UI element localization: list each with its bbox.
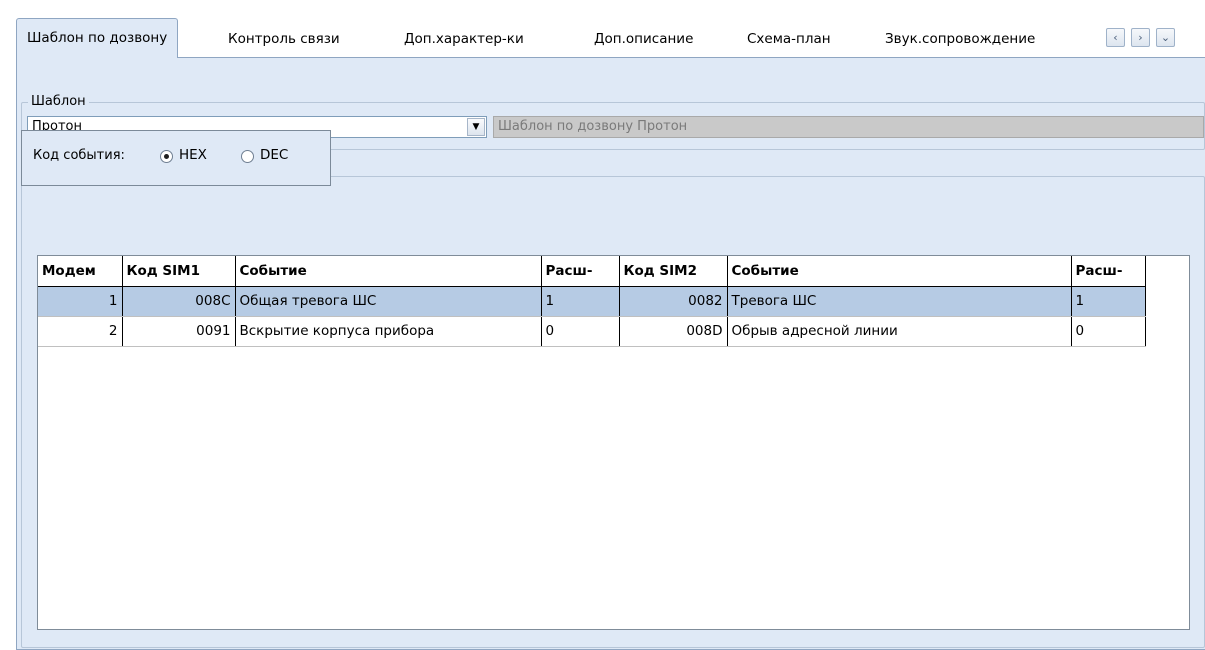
col-header-ext-1[interactable]: Расш- — [541, 256, 620, 287]
col-header-ext-2[interactable]: Расш- — [1071, 256, 1146, 287]
tab-panel: Шаблон Протон ▼ Шаблон по дозвону Протон… — [16, 57, 1205, 650]
tab-extra-characteristics[interactable]: Доп.характер-ки — [394, 24, 534, 54]
triangle-down-icon[interactable]: ▼ — [467, 118, 485, 136]
tab-extra-description[interactable]: Доп.описание — [584, 24, 703, 54]
chevron-right-icon[interactable]: › — [1131, 28, 1150, 47]
col-header-event-2[interactable]: Событие — [727, 256, 1072, 287]
cell-modem[interactable]: 1 — [38, 286, 123, 317]
cell-code-sim2[interactable]: 008D — [619, 316, 728, 347]
chevron-down-icon[interactable]: ⌄ — [1156, 28, 1175, 47]
hex-radio-label[interactable]: HEX — [179, 147, 207, 163]
cell-event-1[interactable]: Общая тревога ШС — [235, 286, 542, 317]
col-header-code-sim2[interactable]: Код SIM2 — [619, 256, 728, 287]
cell-ext-2[interactable]: 1 — [1071, 286, 1146, 317]
col-header-code-sim1[interactable]: Код SIM1 — [122, 256, 236, 287]
cell-code-sim2[interactable]: 0082 — [619, 286, 728, 317]
tab-scheme-plan[interactable]: Схема-план — [737, 24, 841, 54]
tab-sound-accompaniment[interactable]: Звук.сопровождение — [875, 24, 1045, 54]
event-code-label: Код события: — [33, 148, 125, 163]
dec-radio[interactable] — [241, 150, 254, 163]
col-header-modem[interactable]: Модем — [38, 256, 123, 287]
table-row[interactable]: 1 008C Общая тревога ШС 1 0082 Тревога Ш… — [38, 286, 1146, 317]
window: Шаблон по дозвону Контроль связи Доп.хар… — [0, 0, 1205, 650]
template-description-field: Шаблон по дозвону Протон — [493, 116, 1204, 138]
cell-code-sim1[interactable]: 0091 — [122, 316, 236, 347]
cell-ext-2[interactable]: 0 — [1071, 316, 1146, 347]
tab-dial-template[interactable]: Шаблон по дозвону — [16, 18, 179, 58]
tab-strip: Шаблон по дозвону Контроль связи Доп.хар… — [16, 18, 1205, 58]
template-group-legend: Шаблон — [28, 94, 89, 109]
table-row[interactable]: 2 0091 Вскрытие корпуса прибора 0 008D О… — [38, 316, 1146, 347]
chevron-left-icon[interactable]: ‹ — [1106, 28, 1125, 47]
tab-connection-control[interactable]: Контроль связи — [218, 24, 350, 54]
template-description-text: Шаблон по дозвону Протон — [498, 119, 688, 134]
cell-modem[interactable]: 2 — [38, 316, 123, 347]
cell-event-2[interactable]: Тревога ШС — [727, 286, 1072, 317]
cell-event-1[interactable]: Вскрытие корпуса прибора — [235, 316, 542, 347]
events-table: Модем Код SIM1 Событие Расш- Код SIM2 Со… — [38, 256, 1146, 347]
cell-ext-1[interactable]: 0 — [541, 316, 620, 347]
events-grid: Модем Код SIM1 Событие Расш- Код SIM2 Со… — [37, 255, 1190, 630]
hex-radio[interactable] — [160, 150, 173, 163]
event-code-box: Код события: HEX DEC — [21, 130, 331, 186]
cell-code-sim1[interactable]: 008C — [122, 286, 236, 317]
dec-radio-label[interactable]: DEC — [260, 147, 288, 163]
table-header-row: Модем Код SIM1 Событие Расш- Код SIM2 Со… — [38, 256, 1146, 287]
cell-ext-1[interactable]: 1 — [541, 286, 620, 317]
col-header-event-1[interactable]: Событие — [235, 256, 542, 287]
cell-event-2[interactable]: Обрыв адресной линии — [727, 316, 1072, 347]
